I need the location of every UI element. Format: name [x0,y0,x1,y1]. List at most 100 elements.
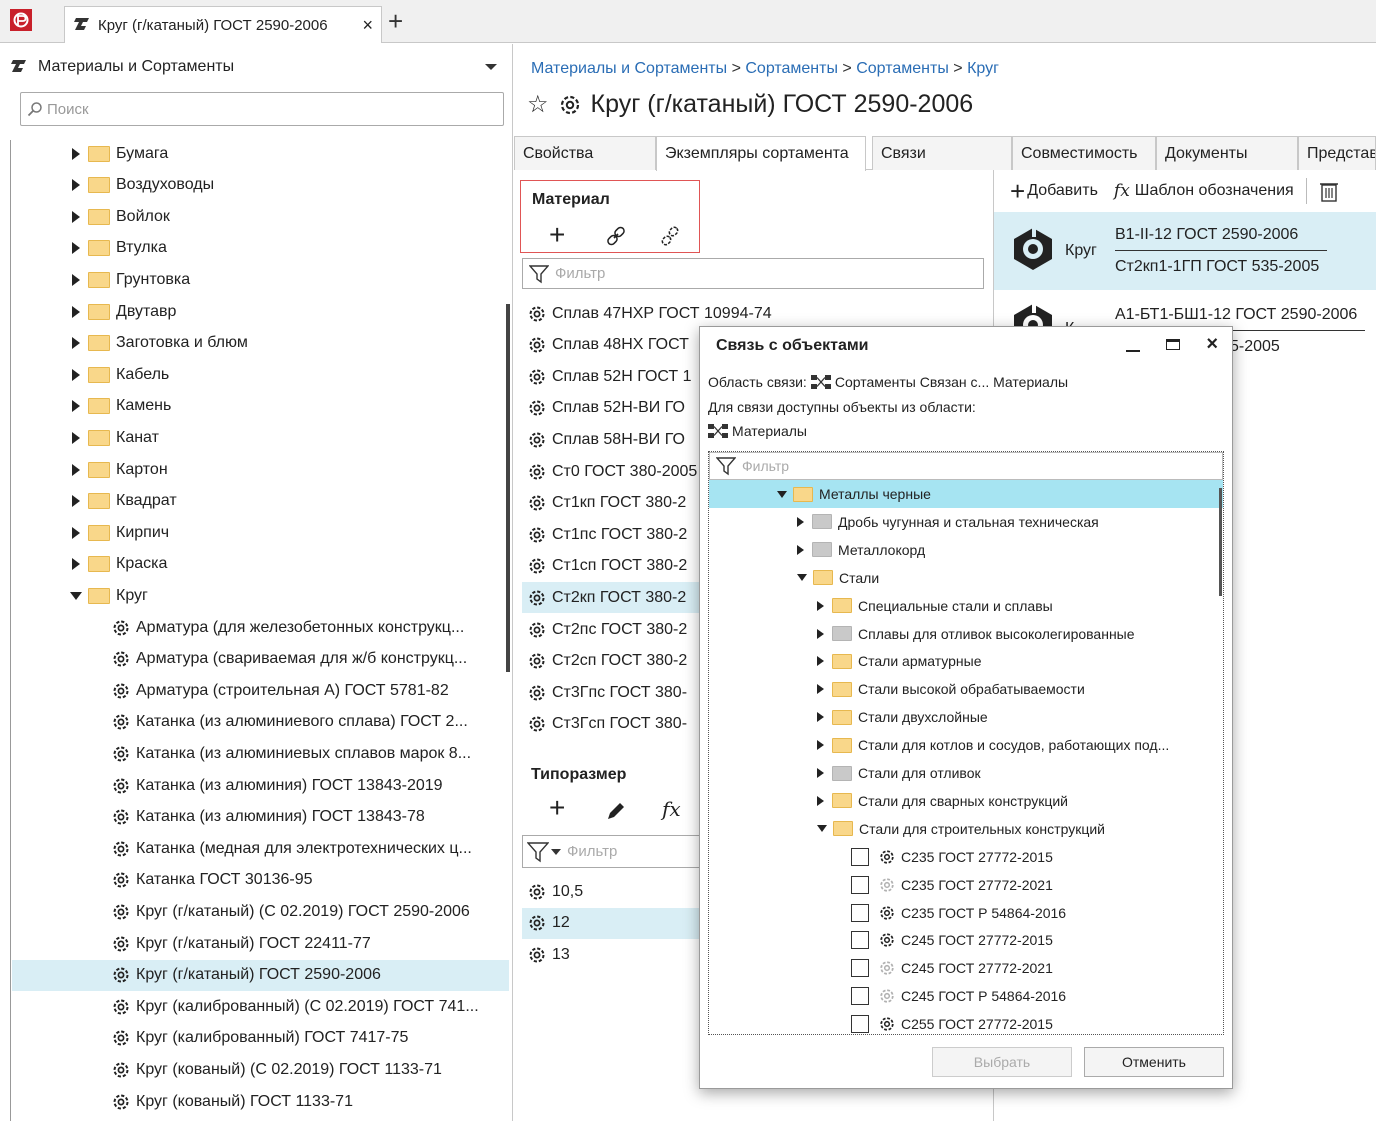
dialog-tree-folder[interactable]: Стали арматурные [709,647,1223,675]
dialog-tree-folder[interactable]: Стали для отливок [709,759,1223,787]
collapse-icon[interactable] [797,574,807,582]
breadcrumb-link[interactable]: Сортаменты [856,60,949,77]
dialog-tree-folder[interactable]: Стали двухслойные [709,703,1223,731]
add-instance-button[interactable]: + Добавить [1010,178,1098,204]
minimize-icon[interactable] [1126,349,1141,352]
document-tab[interactable]: Круг (г/катаный) ГОСТ 2590-2006 × [64,6,382,43]
expand-icon[interactable] [797,544,804,555]
unlink-icon[interactable] [659,225,681,247]
tree-folder[interactable]: Заготовка и блюм [12,328,509,359]
tree-item[interactable]: Круг (кованый) ГОСТ 1133-71 [12,1086,509,1117]
dialog-tree-folder[interactable]: Стали для строительных конструкций [709,815,1223,843]
material-filter-input[interactable]: Фильтр [522,258,984,289]
expand-icon[interactable] [72,179,80,192]
trash-icon[interactable] [1319,180,1339,202]
dialog-tree-folder[interactable]: Стали высокой обрабатываемости [709,675,1223,703]
tree-folder[interactable]: Картон [12,454,509,485]
expand-icon[interactable] [72,526,80,539]
tree-item[interactable]: Катанка (из алюминиевых сплавов марок 8.… [12,738,509,769]
tree-folder[interactable]: Кирпич [12,517,509,548]
expand-icon[interactable] [72,463,80,476]
tree-item[interactable]: Катанка ГОСТ 30136-95 [12,865,509,896]
link-icon[interactable] [605,225,627,247]
collapse-icon[interactable] [70,591,82,600]
select-button[interactable]: Выбрать [932,1047,1072,1077]
dialog-tree-folder[interactable]: Металлокорд [709,536,1223,564]
tab-5[interactable]: Представ [1298,136,1376,170]
collapse-icon[interactable] [777,490,787,498]
close-tab-icon[interactable]: × [362,15,373,36]
tree-folder[interactable]: Квадрат [12,486,509,517]
tree-item[interactable]: Арматура (свариваемая для ж/б конструкц.… [12,644,509,675]
dialog-tree-folder[interactable]: Сплавы для отливок высоколегированные [709,620,1223,648]
expand-icon[interactable] [72,273,80,286]
chevron-down-icon[interactable] [551,848,561,855]
breadcrumb-link[interactable]: Материалы и Сортаменты [531,60,727,77]
breadcrumb-link[interactable]: Круг [967,60,999,77]
dialog-tree-folder[interactable]: Стали для сварных конструкций [709,787,1223,815]
expand-icon[interactable] [817,684,824,695]
chevron-down-icon[interactable] [485,63,497,70]
search-input[interactable]: Поиск [20,92,504,126]
tree-folder[interactable]: Кабель [12,359,509,390]
add-size-icon[interactable]: + [549,792,565,824]
tree-item[interactable]: Арматура (строительная А) ГОСТ 5781-82 [12,675,509,706]
expand-icon[interactable] [72,368,80,381]
tree-item[interactable]: Арматура (для железобетонных конструкц..… [12,612,509,643]
checkbox[interactable] [851,903,869,922]
library-selector[interactable]: Материалы и Сортаменты [10,44,505,89]
expand-icon[interactable] [72,431,80,444]
size-list-item[interactable]: 12 [522,907,712,939]
expand-icon[interactable] [72,305,80,318]
expand-icon[interactable] [817,712,824,723]
dialog-check-item[interactable]: С235 ГОСТ 27772-2021 [709,871,1223,899]
tree-folder[interactable]: Краска [12,549,509,580]
dialog-tree-folder[interactable]: Металлы черные [709,480,1223,508]
tree-item[interactable]: Катанка (из алюминиевого сплава) ГОСТ 2.… [12,707,509,738]
tree-item[interactable]: Катанка (из алюминия) ГОСТ 13843-2019 [12,770,509,801]
new-tab-button[interactable]: + [388,8,403,34]
tab-4[interactable]: Документы [1156,136,1298,170]
dialog-scrollbar[interactable] [1219,488,1222,596]
dialog-tree-folder[interactable]: Дробь чугунная и стальная техническая [709,508,1223,536]
dialog-check-item[interactable]: С235 ГОСТ Р 54864-2016 [709,899,1223,927]
expand-icon[interactable] [817,795,824,806]
tree-folder[interactable]: Камень [12,391,509,422]
expand-icon[interactable] [817,600,824,611]
dialog-tree-folder[interactable]: Стали для котлов и сосудов, работающих п… [709,731,1223,759]
dialog-check-item[interactable]: С235 ГОСТ 27772-2015 [709,843,1223,871]
expand-icon[interactable] [797,516,804,527]
tree-folder[interactable]: Грунтовка [12,264,509,295]
star-icon[interactable]: ☆ [527,90,549,119]
tree-folder[interactable]: Бумага [12,138,509,169]
close-icon[interactable]: × [1206,333,1218,356]
tree-item[interactable]: Круг (кованый) (С 02.2019) ГОСТ 1133-71 [12,1054,509,1085]
size-list-item[interactable]: 10,5 [522,876,712,907]
expand-icon[interactable] [817,740,824,751]
tab-0[interactable]: Свойства [514,136,656,170]
size-filter-input[interactable]: Фильтр [522,835,712,868]
app-logo-icon[interactable] [10,9,32,31]
dialog-check-item[interactable]: С245 ГОСТ Р 54864-2016 [709,982,1223,1010]
template-button[interactable]: fx Шаблон обозначения [1114,181,1294,201]
tree-item[interactable]: Круг (г/катаный) (С 02.2019) ГОСТ 2590-2… [12,896,509,927]
dialog-filter-input[interactable]: Фильтр [709,452,1223,480]
tab-3[interactable]: Совместимость [1012,136,1156,170]
tree-item[interactable]: Круг (калиброванный) (С 02.2019) ГОСТ 74… [12,991,509,1022]
material-list-item[interactable]: Сплав 47НХР ГОСТ 10994-74 [522,298,992,329]
collapse-icon[interactable] [817,825,827,833]
expand-icon[interactable] [72,242,80,255]
tab-2[interactable]: Связи [872,136,1012,170]
tree-item[interactable]: Круг (г/катаный) ГОСТ 22411-77 [12,928,509,959]
tree-folder-open[interactable]: Круг [12,580,509,611]
dialog-check-item[interactable]: С245 ГОСТ 27772-2021 [709,954,1223,982]
tree-item[interactable]: Круг (калиброванный) ГОСТ 7417-75 [12,1023,509,1054]
dialog-check-item[interactable]: С255 ГОСТ 27772-2015 [709,1010,1223,1034]
checkbox[interactable] [851,875,869,894]
tree-folder[interactable]: Втулка [12,233,509,264]
checkbox[interactable] [851,931,869,950]
expand-icon[interactable] [72,400,80,413]
tree-scrollbar[interactable] [506,304,510,672]
expand-icon[interactable] [72,210,80,223]
tree-folder[interactable]: Воздуховоды [12,170,509,201]
